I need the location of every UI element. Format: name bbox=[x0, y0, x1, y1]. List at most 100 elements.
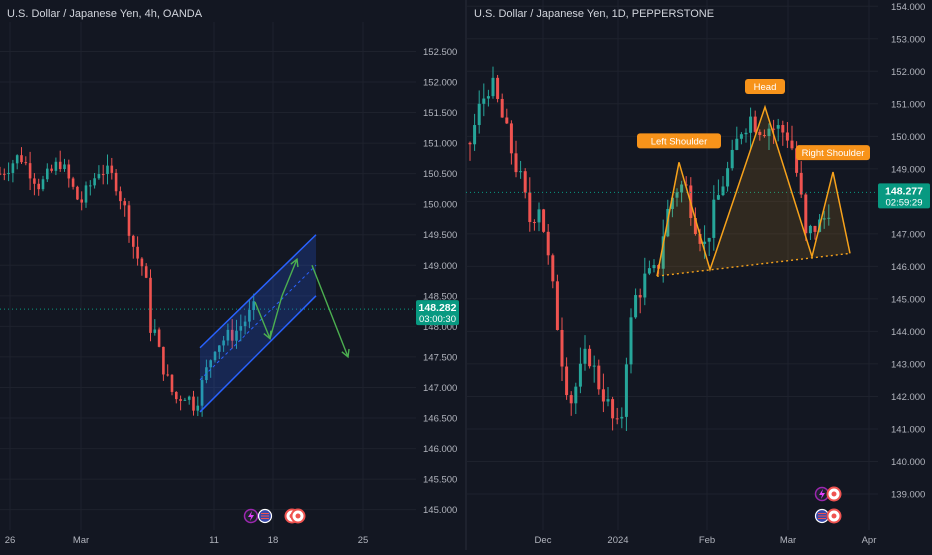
candle-body bbox=[813, 225, 817, 232]
y-tick-label: 150.000 bbox=[891, 132, 925, 143]
x-tick-label: Apr bbox=[862, 535, 877, 546]
candle-body bbox=[532, 222, 536, 224]
candle-body bbox=[153, 329, 157, 333]
left-shoulder-label: Left Shoulder bbox=[651, 136, 708, 147]
y-tick-label: 152.000 bbox=[423, 77, 457, 88]
candle-body bbox=[114, 172, 118, 192]
y-tick-label: 146.000 bbox=[423, 444, 457, 455]
candle-body bbox=[106, 165, 109, 175]
candle-body bbox=[144, 266, 148, 278]
candle-body bbox=[3, 173, 6, 175]
bar-countdown-label: 02:59:29 bbox=[886, 197, 923, 208]
chart-workspace: 152.500 152.000 151.500 151.000 150.500 150.0… bbox=[0, 0, 932, 550]
candle-body bbox=[93, 178, 96, 186]
candle-body bbox=[528, 192, 532, 223]
y-tick-label: 150.500 bbox=[423, 169, 457, 180]
candle-body bbox=[546, 231, 550, 256]
candle-body bbox=[67, 164, 71, 179]
candle-body bbox=[119, 191, 122, 202]
candle-body bbox=[643, 273, 647, 298]
y-tick-label: 147.000 bbox=[423, 383, 457, 394]
candle-body bbox=[24, 162, 28, 164]
candle-body bbox=[46, 168, 49, 180]
candle-body bbox=[71, 178, 75, 187]
dividend-dot bbox=[831, 491, 837, 497]
candle-body bbox=[89, 185, 92, 187]
y-tick-label: 146.500 bbox=[423, 414, 457, 425]
candle-body bbox=[785, 132, 789, 141]
candle-body bbox=[624, 364, 628, 417]
candle-body bbox=[491, 77, 495, 97]
candle-body bbox=[37, 183, 40, 190]
candle-body bbox=[716, 195, 720, 200]
candle-body bbox=[519, 171, 523, 173]
candle-body bbox=[175, 391, 178, 400]
candle-body bbox=[7, 172, 10, 175]
y-tick-label: 145.000 bbox=[423, 505, 457, 516]
candle-body bbox=[187, 396, 191, 400]
candle-body bbox=[149, 277, 152, 333]
candle-body bbox=[620, 416, 624, 419]
x-tick-label: 18 bbox=[268, 535, 279, 546]
candle-body bbox=[509, 123, 513, 154]
candle-body bbox=[20, 155, 23, 163]
candle-body bbox=[58, 161, 62, 170]
candle-body bbox=[477, 103, 481, 126]
candle-body bbox=[84, 185, 88, 203]
left-chart-title: U.S. Dollar / Japanese Yen, 4h, OANDA bbox=[7, 8, 203, 20]
candle-body bbox=[638, 295, 642, 298]
candle-body bbox=[542, 209, 546, 232]
candle-body bbox=[473, 125, 477, 145]
y-tick-label: 151.000 bbox=[891, 99, 925, 110]
candle-body bbox=[551, 255, 555, 282]
candle-body bbox=[781, 125, 785, 133]
candle-body bbox=[505, 117, 509, 124]
y-tick-label: 152.000 bbox=[891, 67, 925, 78]
candle-body bbox=[15, 155, 19, 164]
y-tick-label: 145.500 bbox=[423, 475, 457, 486]
candle-body bbox=[560, 329, 564, 367]
candle-body bbox=[730, 149, 734, 169]
candle-body bbox=[514, 153, 518, 173]
candle-body bbox=[652, 265, 656, 269]
candle-body bbox=[726, 168, 730, 187]
x-tick-label: 11 bbox=[209, 535, 219, 546]
candle-body bbox=[615, 418, 619, 420]
candle-body bbox=[50, 168, 53, 171]
candle-body bbox=[707, 237, 711, 242]
candle-body bbox=[744, 132, 748, 135]
candle-body bbox=[569, 395, 573, 404]
candle-body bbox=[555, 281, 559, 330]
candle-body bbox=[790, 140, 794, 149]
y-tick-label: 139.000 bbox=[891, 489, 925, 500]
candle-body bbox=[703, 241, 707, 244]
last-price-label: 148.277 bbox=[885, 185, 923, 197]
y-tick-label: 145.000 bbox=[891, 294, 925, 305]
candle-body bbox=[565, 366, 569, 396]
y-tick-label: 149.500 bbox=[423, 230, 457, 241]
y-tick-label: 143.000 bbox=[891, 359, 925, 370]
x-tick-label: Mar bbox=[780, 535, 796, 546]
candle-body bbox=[33, 178, 36, 184]
candle-body bbox=[611, 399, 615, 419]
candle-body bbox=[808, 225, 812, 234]
right-chart-title: U.S. Dollar / Japanese Yen, 1D, PEPPERST… bbox=[474, 8, 714, 20]
y-tick-label: 149.000 bbox=[891, 164, 925, 175]
candle-body bbox=[28, 163, 32, 179]
candle-body bbox=[496, 77, 500, 99]
candle-body bbox=[804, 194, 808, 234]
x-tick-label: 2024 bbox=[607, 535, 628, 546]
candle-body bbox=[735, 138, 739, 150]
candle-body bbox=[482, 98, 486, 104]
x-tick-label: Dec bbox=[535, 535, 552, 546]
last-price-label: 148.282 bbox=[419, 302, 457, 314]
candle-body bbox=[63, 164, 66, 170]
candle-body bbox=[500, 98, 504, 118]
y-tick-label: 153.000 bbox=[891, 34, 925, 45]
candle-body bbox=[776, 125, 780, 129]
candle-body bbox=[101, 174, 105, 176]
y-tick-label: 142.000 bbox=[891, 392, 925, 403]
right-shoulder-label: Right Shoulder bbox=[802, 148, 865, 159]
candle-body bbox=[739, 134, 743, 139]
candle-body bbox=[76, 186, 79, 200]
